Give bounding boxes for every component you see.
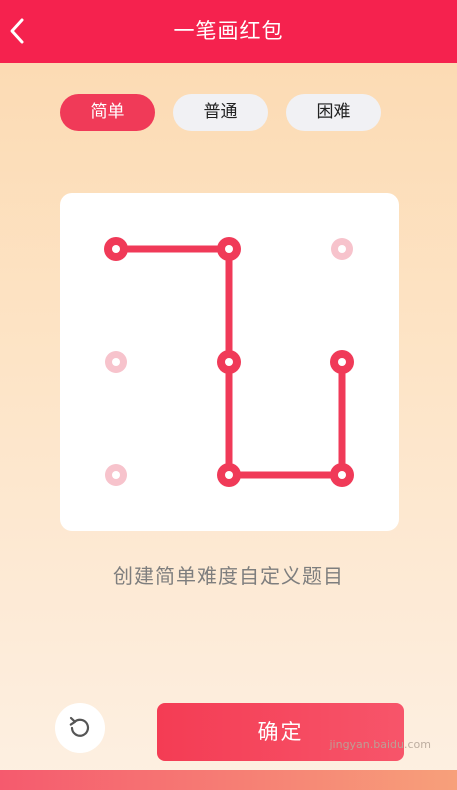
grid-dot-inactive[interactable] [105, 351, 127, 373]
grid-dot-active[interactable] [217, 350, 241, 374]
tab-easy[interactable]: 简单 [60, 94, 155, 131]
difficulty-tabs: 简单 普通 困难 [0, 94, 457, 131]
refresh-icon [69, 716, 90, 737]
grid-dot-active[interactable] [217, 237, 241, 261]
grid-dot-active[interactable] [217, 463, 241, 487]
refresh-button[interactable] [55, 703, 105, 753]
top-bar: 一笔画红包 [0, 0, 457, 63]
grid-dot-active[interactable] [104, 237, 128, 261]
bottom-strip [0, 770, 457, 790]
puzzle-board[interactable] [60, 193, 399, 531]
watermark: jingyan.baidu.com [329, 738, 431, 751]
page-title: 一笔画红包 [173, 19, 284, 43]
grid-dot-inactive[interactable] [331, 238, 353, 260]
confirm-button[interactable]: 确定 [157, 703, 404, 761]
description-text: 创建简单难度自定义题目 [113, 564, 344, 588]
tab-hard[interactable]: 困难 [286, 94, 381, 131]
puzzle-canvas[interactable] [60, 193, 399, 531]
grid-dot-inactive[interactable] [105, 464, 127, 486]
grid-dot-active[interactable] [330, 463, 354, 487]
tab-normal[interactable]: 普通 [173, 94, 268, 131]
grid-dot-active[interactable] [330, 350, 354, 374]
